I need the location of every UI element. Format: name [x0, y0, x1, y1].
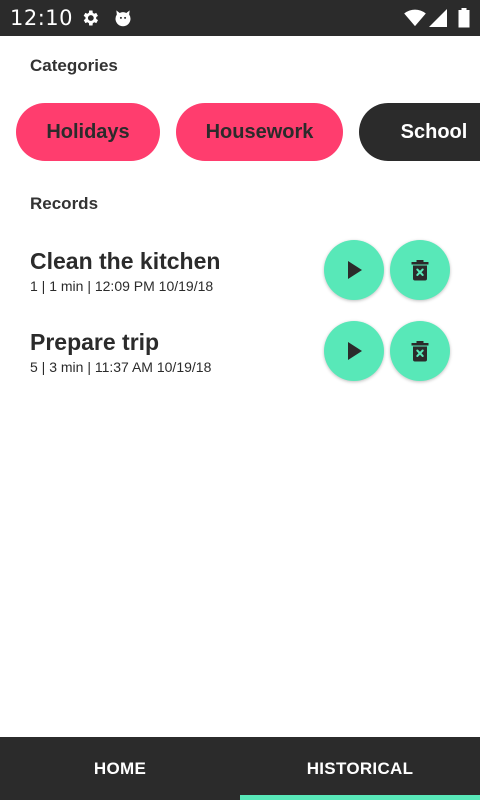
- delete-button[interactable]: [390, 240, 450, 300]
- delete-button[interactable]: [390, 321, 450, 381]
- record-meta: 1 | 1 min | 12:09 PM 10/19/18: [30, 278, 214, 294]
- trash-icon: [411, 260, 429, 281]
- battery-icon: [458, 8, 470, 28]
- signal-icon: [429, 9, 447, 27]
- category-chips: Holidays Housework School: [16, 103, 480, 161]
- tab-selected-indicator: [240, 795, 480, 800]
- record-row: Prepare trip 5 | 3 min | 11:37 AM 10/19/…: [0, 321, 480, 383]
- status-time: 12:10: [10, 6, 74, 30]
- play-icon: [348, 261, 362, 279]
- play-icon: [348, 342, 362, 360]
- record-title: Clean the kitchen: [30, 248, 221, 274]
- play-button[interactable]: [324, 321, 384, 381]
- records-title: Records: [30, 194, 99, 213]
- play-button[interactable]: [324, 240, 384, 300]
- tab-home[interactable]: HOME: [0, 737, 240, 800]
- cat-notification-icon: [115, 10, 131, 27]
- trash-icon: [411, 341, 429, 362]
- status-bar: 12:10: [0, 0, 480, 36]
- category-chip-housework[interactable]: Housework: [176, 103, 343, 161]
- wifi-icon: [404, 9, 426, 27]
- categories-title: Categories: [30, 56, 118, 75]
- record-title: Prepare trip: [30, 329, 160, 355]
- record-meta: 5 | 3 min | 11:37 AM 10/19/18: [30, 359, 212, 375]
- category-chip-holidays[interactable]: Holidays: [16, 103, 160, 161]
- tab-historical[interactable]: HISTORICAL: [240, 737, 480, 800]
- record-row: Clean the kitchen 1 | 1 min | 12:09 PM 1…: [0, 240, 480, 302]
- gear-icon: [83, 10, 98, 26]
- bottom-nav: HOME HISTORICAL: [0, 737, 480, 800]
- category-chip-school[interactable]: School: [359, 103, 480, 161]
